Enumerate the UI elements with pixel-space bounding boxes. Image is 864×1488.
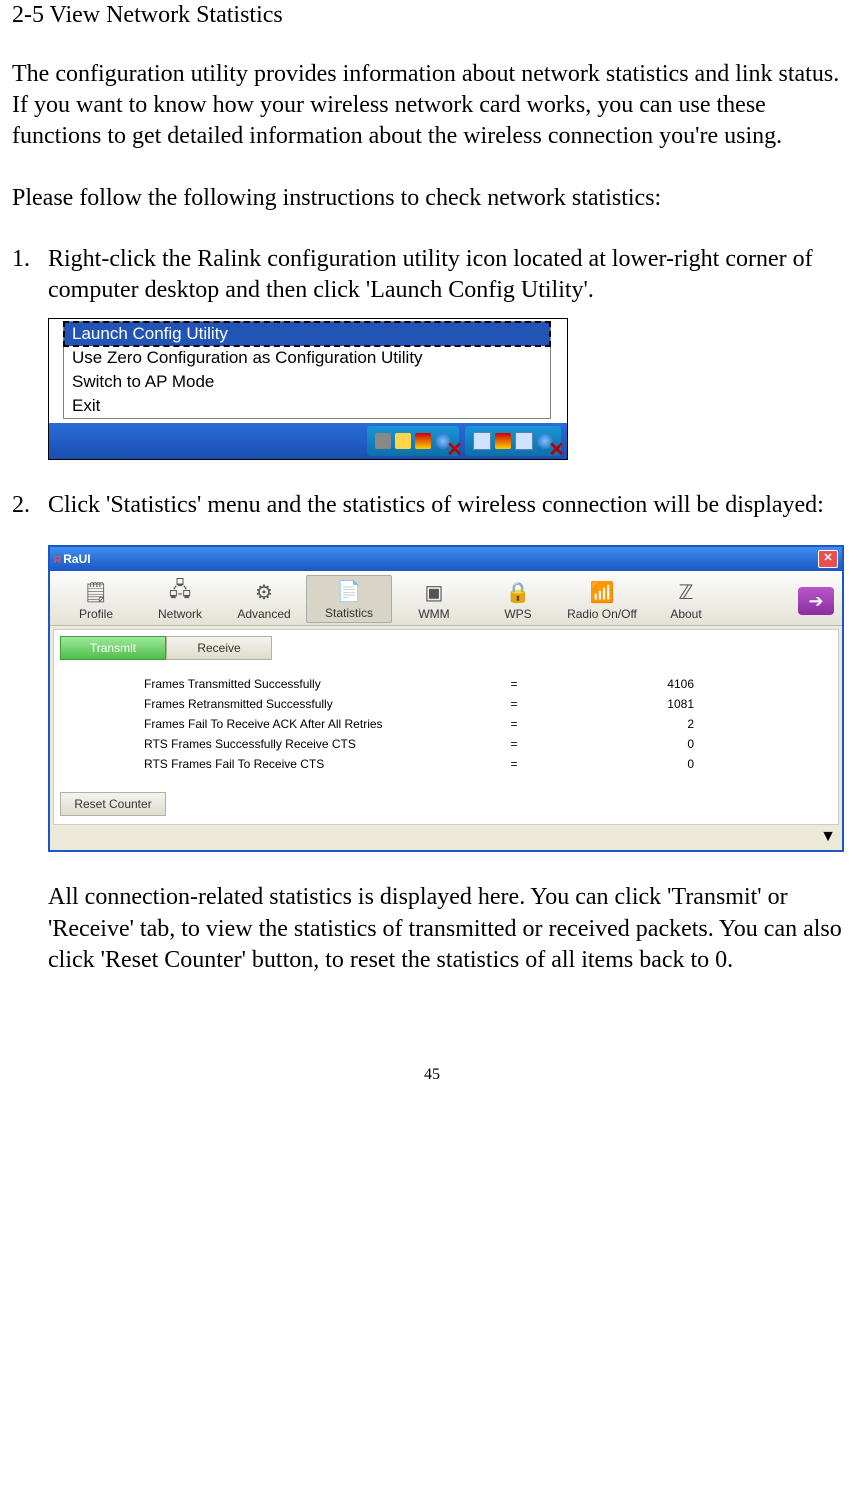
network-icon [473, 432, 491, 450]
stat-label: Frames Fail To Receive ACK After All Ret… [144, 717, 484, 731]
network-icon: 🖧 [138, 579, 222, 605]
stat-label: RTS Frames Fail To Receive CTS [144, 757, 484, 771]
system-tray-left [367, 426, 459, 456]
wps-icon: 🔒 [476, 579, 560, 605]
menu-item-launch-config[interactable]: Launch Config Utility [64, 322, 550, 346]
intro-paragraph: The configuration utility provides infor… [12, 59, 852, 153]
stat-row: Frames Retransmitted Successfully = 1081 [144, 694, 832, 714]
toolbar-label: Network [138, 607, 222, 621]
context-menu-screenshot: Launch Config Utility Use Zero Configura… [48, 318, 568, 460]
close-button[interactable]: ✕ [818, 550, 838, 568]
toolbar-statistics[interactable]: 📄 Statistics [306, 575, 392, 623]
stat-row: Frames Fail To Receive ACK After All Ret… [144, 714, 832, 734]
equals-sign: = [484, 677, 544, 691]
stat-value: 2 [544, 717, 694, 731]
toolbar-label: WPS [476, 607, 560, 621]
tray-icon [537, 433, 553, 449]
radio-icon: 📶 [560, 579, 644, 605]
tray-icon [435, 433, 451, 449]
profile-icon: 🗒 [54, 579, 138, 605]
toolbar-advanced[interactable]: ⚙ Advanced [222, 577, 306, 623]
stat-label: Frames Transmitted Successfully [144, 677, 484, 691]
taskbar [49, 423, 567, 459]
page-number: 45 [12, 1066, 852, 1084]
menu-item-switch-ap[interactable]: Switch to AP Mode [64, 370, 550, 394]
app-logo-icon: R [54, 555, 61, 566]
advanced-icon: ⚙ [222, 579, 306, 605]
toolbar: 🗒 Profile 🖧 Network ⚙ Advanced 📄 Statist… [50, 571, 842, 626]
equals-sign: = [484, 697, 544, 711]
step-2-number: 2. [12, 490, 48, 521]
security-shield-icon [415, 433, 431, 449]
stat-value: 1081 [544, 697, 694, 711]
stat-row: RTS Frames Successfully Receive CTS = 0 [144, 734, 832, 754]
menu-item-zero-config[interactable]: Use Zero Configuration as Configuration … [64, 346, 550, 370]
tab-transmit[interactable]: Transmit [60, 636, 166, 660]
context-menu: Launch Config Utility Use Zero Configura… [63, 321, 551, 419]
stat-row: Frames Transmitted Successfully = 4106 [144, 674, 832, 694]
stat-row: RTS Frames Fail To Receive CTS = 0 [144, 754, 832, 774]
statistics-panel: Transmit Receive Frames Transmitted Succ… [53, 629, 839, 825]
reset-counter-button[interactable]: Reset Counter [60, 792, 166, 816]
chevron-down-icon[interactable]: ▼ [820, 828, 836, 846]
wmm-icon: ▣ [392, 579, 476, 605]
toolbar-label: About [644, 607, 728, 621]
equals-sign: = [484, 737, 544, 751]
step-1-number: 1. [12, 244, 48, 306]
equals-sign: = [484, 717, 544, 731]
follow-paragraph: Please follow the following instructions… [12, 183, 852, 214]
security-shield-icon [495, 433, 511, 449]
toolbar-label: Radio On/Off [560, 607, 644, 621]
toolbar-wmm[interactable]: ▣ WMM [392, 577, 476, 623]
tab-receive[interactable]: Receive [166, 636, 272, 660]
toolbar-wps[interactable]: 🔒 WPS [476, 577, 560, 623]
statistics-icon: 📄 [307, 578, 391, 604]
toolbar-label: Statistics [307, 606, 391, 620]
about-icon: ℤ [644, 579, 728, 605]
toolbar-profile[interactable]: 🗒 Profile [54, 577, 138, 623]
menu-item-exit[interactable]: Exit [64, 394, 550, 418]
stat-label: Frames Retransmitted Successfully [144, 697, 484, 711]
toolbar-about[interactable]: ℤ About [644, 577, 728, 623]
stat-label: RTS Frames Successfully Receive CTS [144, 737, 484, 751]
window-footer: ▼ [50, 828, 842, 850]
network-icon [515, 432, 533, 450]
toolbar-label: Advanced [222, 607, 306, 621]
tray-icon [395, 433, 411, 449]
step-1: 1. Right-click the Ralink configuration … [12, 244, 852, 306]
next-arrow-button[interactable]: ➔ [798, 587, 834, 615]
window-title: RaUI [63, 552, 90, 566]
equals-sign: = [484, 757, 544, 771]
stat-value: 0 [544, 757, 694, 771]
raui-window: RRaUI ✕ 🗒 Profile 🖧 Network ⚙ Advanced 📄… [48, 545, 844, 852]
toolbar-network[interactable]: 🖧 Network [138, 577, 222, 623]
stat-value: 4106 [544, 677, 694, 691]
system-tray-right [465, 426, 561, 456]
step-1-text: Right-click the Ralink configuration uti… [48, 244, 852, 306]
section-title: 2-5 View Network Statistics [12, 2, 852, 29]
step-2: 2. Click 'Statistics' menu and the stati… [12, 490, 852, 521]
window-titlebar: RRaUI ✕ [50, 547, 842, 571]
step-2-text: Click 'Statistics' menu and the statisti… [48, 490, 852, 521]
toolbar-label: Profile [54, 607, 138, 621]
toolbar-label: WMM [392, 607, 476, 621]
toolbar-radio[interactable]: 📶 Radio On/Off [560, 577, 644, 623]
after-paragraph: All connection-related statistics is dis… [48, 882, 852, 976]
stat-value: 0 [544, 737, 694, 751]
tray-icon [375, 433, 391, 449]
